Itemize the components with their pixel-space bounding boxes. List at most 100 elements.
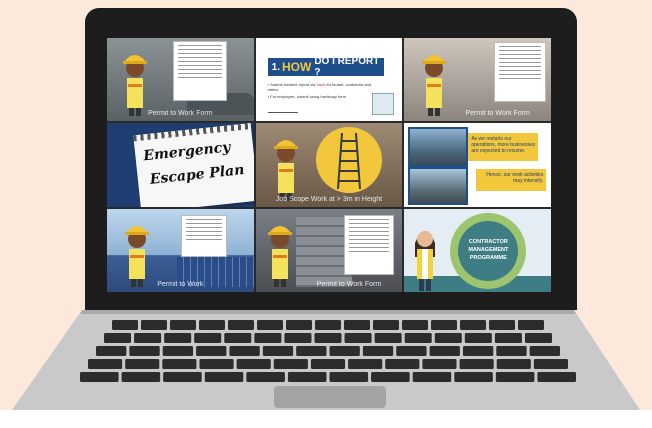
- tile-emergency-escape-plan[interactable]: Emergency Escape Plan: [107, 123, 254, 207]
- keyboard-key[interactable]: [496, 346, 527, 356]
- keyboard-key[interactable]: [495, 372, 535, 382]
- keyboard-key[interactable]: [80, 372, 119, 382]
- keyboard-key[interactable]: [315, 320, 341, 330]
- info-box-1: As we restarts our operations, more busi…: [468, 133, 539, 162]
- permit-form-document: [181, 214, 227, 257]
- notebook-line-1: Emergency: [142, 139, 232, 165]
- keyboard-key[interactable]: [164, 333, 192, 343]
- keyboard-key[interactable]: [464, 333, 492, 343]
- keyboard-key[interactable]: [121, 372, 161, 382]
- keyboard-key[interactable]: [494, 333, 522, 343]
- keyboard-key[interactable]: [254, 333, 282, 343]
- keyboard-key[interactable]: [224, 333, 252, 343]
- keyboard-key[interactable]: [273, 359, 308, 369]
- keyboard-key[interactable]: [170, 320, 196, 330]
- tile-how-do-i-report[interactable]: 1. HOW DO I REPORT ? • Submit incident r…: [255, 38, 403, 122]
- video-grid: Permit to Work Form 1. HOW DO I REPORT ?…: [107, 38, 551, 292]
- keyboard-key[interactable]: [228, 320, 254, 330]
- heading-how: HOW: [282, 60, 312, 74]
- keyboard-key[interactable]: [329, 346, 360, 356]
- keyboard-key[interactable]: [162, 346, 194, 356]
- tile-permit-to-work-solar[interactable]: Permit to Work: [107, 208, 254, 292]
- keyboard-key[interactable]: [431, 320, 457, 330]
- worker-icon: [273, 140, 298, 202]
- keyboard-key[interactable]: [314, 333, 342, 343]
- bullet-1-link[interactable]: Vault: [316, 82, 325, 87]
- keyboard-key[interactable]: [422, 359, 457, 369]
- keyboard-key[interactable]: [374, 333, 402, 343]
- keyboard-key[interactable]: [348, 359, 383, 369]
- keyboard-key[interactable]: [496, 359, 531, 369]
- keyboard-key[interactable]: [246, 372, 285, 382]
- worker-icon: [125, 225, 149, 287]
- building-photo-1: [408, 127, 469, 168]
- keyboard-key[interactable]: [529, 346, 560, 356]
- keyboard-key[interactable]: [362, 346, 394, 356]
- keyboard-key[interactable]: [204, 372, 244, 382]
- keyboard-key[interactable]: [163, 372, 202, 382]
- bullet-2-text: • For employee, submit using hardcopy fo…: [267, 94, 346, 99]
- keyboard-key[interactable]: [460, 320, 486, 330]
- keyboard-key[interactable]: [229, 346, 260, 356]
- tile-caption: Permit to Work Form: [148, 110, 213, 118]
- notebook-image: Emergency Escape Plan: [133, 123, 254, 207]
- keyboard-key[interactable]: [96, 346, 127, 356]
- worker-icon: [422, 55, 447, 116]
- keyboard-key[interactable]: [286, 320, 312, 330]
- keyboard-key[interactable]: [196, 346, 227, 356]
- keyboard-key[interactable]: [518, 320, 544, 330]
- keyboard-key[interactable]: [344, 333, 372, 343]
- keyboard-key[interactable]: [296, 346, 327, 356]
- keyboard-key[interactable]: [489, 320, 515, 330]
- keyboard-key[interactable]: [287, 372, 327, 382]
- trackpad[interactable]: [274, 386, 386, 408]
- keyboard-key[interactable]: [412, 372, 452, 382]
- keyboard-key[interactable]: [373, 320, 399, 330]
- keyboard-key[interactable]: [396, 346, 427, 356]
- keyboard-key[interactable]: [257, 320, 283, 330]
- keyboard-key[interactable]: [371, 372, 410, 382]
- keyboard-key[interactable]: [454, 372, 493, 382]
- keyboard-key[interactable]: [236, 359, 271, 369]
- keyboard-key[interactable]: [524, 333, 552, 343]
- keyboard-key[interactable]: [199, 359, 234, 369]
- keyboard-key[interactable]: [462, 346, 494, 356]
- worker-icon: [123, 55, 147, 116]
- tile-permit-form-electrical[interactable]: Permit to Work Form: [255, 208, 403, 292]
- tile-contractor-management[interactable]: CONTRACTOR MANAGEMENT PROGRAMME: [404, 208, 551, 292]
- keyboard-key[interactable]: [284, 333, 312, 343]
- keyboard-key[interactable]: [199, 320, 225, 330]
- keyboard-key[interactable]: [310, 359, 346, 369]
- keyboard-key[interactable]: [533, 359, 568, 369]
- bottom-strip: [0, 410, 652, 428]
- keyboard-key[interactable]: [88, 359, 123, 369]
- keyboard-key[interactable]: [141, 320, 167, 330]
- keyboard-key[interactable]: [134, 333, 162, 343]
- tile-permit-form-2[interactable]: Permit to Work Form: [404, 38, 551, 122]
- presenter-icon: [415, 230, 436, 291]
- keyboard-key[interactable]: [459, 359, 494, 369]
- keyboard-key[interactable]: [162, 359, 197, 369]
- keyboard-key[interactable]: [402, 320, 428, 330]
- cmp-line-3: PROGRAMME: [469, 254, 507, 261]
- keyboard-key[interactable]: [125, 359, 160, 369]
- keyboard-key[interactable]: [537, 372, 576, 382]
- keyboard-key[interactable]: [385, 359, 420, 369]
- keyboard-key[interactable]: [404, 333, 432, 343]
- keyboard-key[interactable]: [129, 346, 160, 356]
- keyboard-key[interactable]: [112, 320, 138, 330]
- keyboard-key[interactable]: [434, 333, 462, 343]
- keyboard-key[interactable]: [262, 346, 294, 356]
- tile-work-at-height[interactable]: Job Scope Work at > 3m in Height: [255, 123, 403, 207]
- tile-restart-operations[interactable]: As we restarts our operations, more busi…: [404, 123, 551, 207]
- keyboard-key[interactable]: [104, 333, 132, 343]
- keyboard-key[interactable]: [329, 372, 369, 382]
- keyboard-key[interactable]: [429, 346, 460, 356]
- cmp-inner-circle: CONTRACTOR MANAGEMENT PROGRAMME: [458, 220, 519, 281]
- keyboard-key[interactable]: [344, 320, 370, 330]
- heading-rest: DO I REPORT ?: [314, 56, 380, 78]
- notebook-line-2: Escape Plan: [149, 162, 246, 189]
- tile-permit-form-1[interactable]: Permit to Work Form: [107, 38, 254, 122]
- heading-number: 1.: [271, 61, 280, 73]
- keyboard-key[interactable]: [194, 333, 222, 343]
